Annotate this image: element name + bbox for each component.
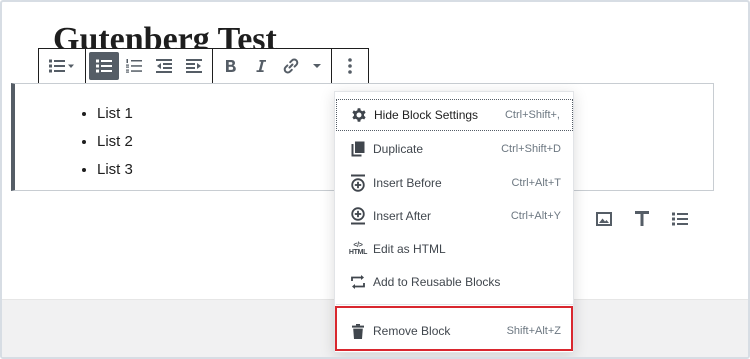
link-button[interactable] [276,52,306,80]
caret-down-icon [313,63,321,69]
ordered-list-icon [126,58,142,74]
ordered-list-button[interactable] [119,52,149,80]
menu-item-shortcut: Ctrl+Alt+T [511,177,561,189]
insert-after-icon [349,207,367,225]
unordered-list-button[interactable] [89,52,119,80]
indent-icon [186,58,202,74]
menu-item-shortcut: Ctrl+Shift+D [501,143,561,155]
toolbar-group-formatting [213,49,332,83]
duplicate-icon [349,140,367,158]
menu-item-insert-before[interactable]: Insert Before Ctrl+Alt+T [336,167,573,199]
menu-item-label: Hide Block Settings [374,108,479,122]
menu-item-hide-block-settings[interactable]: Hide Block Settings Ctrl+Shift+, [336,99,573,131]
bold-icon [225,59,237,73]
outdent-icon [156,58,172,74]
menu-divider [336,304,573,305]
image-icon [596,211,612,231]
menu-item-add-to-reusable-blocks[interactable]: Add to Reusable Blocks [336,266,573,298]
list-item[interactable]: List 2 [97,128,133,156]
list-icon [49,58,75,74]
list-item[interactable]: List 3 [97,156,133,184]
italic-icon [255,59,267,73]
add-heading-button[interactable] [630,209,654,233]
toolbar-group-list [86,49,213,83]
bold-button[interactable] [216,52,246,80]
menu-item-edit-as-html[interactable]: </> HTML Edit as HTML [336,233,573,265]
insert-before-icon [349,174,367,192]
reusable-block-icon [349,273,367,291]
remove-block-highlight [335,306,573,351]
more-options-button[interactable] [335,52,365,80]
unordered-list-icon [96,58,112,74]
html-icon-text: HTML [348,249,368,256]
link-icon [282,57,300,75]
menu-item-label: Edit as HTML [373,242,446,256]
list-type-dropdown-button[interactable] [42,52,82,80]
quick-inserter [592,209,692,233]
bullet-list: List 1 List 2 List 3 [79,100,133,184]
editor-window: Gutenberg Test • List 1 • List 2 • List … [0,0,750,359]
html-icon: </> HTML [348,242,368,256]
menu-item-duplicate[interactable]: Duplicate Ctrl+Shift+D [336,133,573,165]
outdent-button[interactable] [149,52,179,80]
heading-icon [635,211,649,231]
menu-item-label: Insert After [373,209,432,223]
list-item[interactable]: List 1 [97,100,133,128]
indent-button[interactable] [179,52,209,80]
italic-button[interactable] [246,52,276,80]
vertical-ellipsis-icon [348,58,352,74]
add-list-button[interactable] [668,209,692,233]
menu-item-label: Insert Before [373,176,442,190]
add-image-button[interactable] [592,209,616,233]
toolbar-group-block-type [39,49,86,83]
menu-item-label: Duplicate [373,142,424,156]
toolbar-group-more [332,49,368,83]
list-icon [672,212,688,231]
menu-item-shortcut: Ctrl+Alt+Y [510,210,561,222]
menu-item-shortcut: Ctrl+Shift+, [504,109,560,121]
menu-item-insert-after[interactable]: Insert After Ctrl+Alt+Y [336,200,573,232]
more-formatting-dropdown[interactable] [306,52,328,80]
block-toolbar [38,48,369,84]
menu-item-label: Add to Reusable Blocks [373,275,501,289]
gear-icon [350,106,368,124]
